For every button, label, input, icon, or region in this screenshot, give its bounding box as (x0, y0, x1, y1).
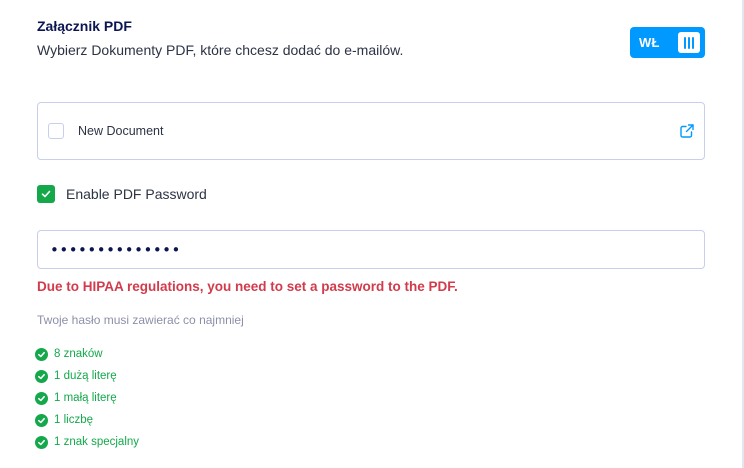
requirement-label: 1 znak specjalny (54, 436, 140, 448)
section-subtitle: Wybierz Dokumenty PDF, które chcesz doda… (37, 42, 404, 58)
requirement-label: 1 dużą literę (54, 370, 117, 382)
enable-pdf-password-label: Enable PDF Password (66, 186, 207, 202)
password-requirements-intro: Twoje hasło musi zawierać co najmniej (37, 313, 244, 327)
requirement-item: 1 znak specjalny (35, 431, 139, 453)
requirement-item: 1 dużą literę (35, 365, 139, 387)
enable-pdf-password-row: Enable PDF Password (37, 185, 207, 203)
check-circle-icon (35, 369, 48, 383)
section-title: Załącznik PDF (37, 18, 132, 34)
requirement-label: 1 małą literę (54, 392, 117, 404)
pdf-password-input[interactable] (37, 230, 705, 269)
check-circle-icon (35, 347, 48, 361)
document-list-item: New Document (37, 102, 705, 160)
external-link-icon[interactable] (679, 123, 695, 139)
pdf-attachment-toggle[interactable]: WŁ (630, 27, 705, 58)
check-circle-icon (35, 391, 48, 405)
document-checkbox[interactable] (48, 123, 64, 139)
toggle-knob (678, 32, 700, 53)
check-icon (41, 190, 51, 198)
requirement-item: 1 liczbę (35, 409, 139, 431)
check-circle-icon (35, 413, 48, 427)
document-label: New Document (78, 124, 164, 138)
password-requirements-list: 8 znaków 1 dużą literę 1 małą literę 1 l… (35, 343, 139, 453)
check-circle-icon (35, 435, 48, 449)
password-error-message: Due to HIPAA regulations, you need to se… (37, 279, 458, 294)
enable-pdf-password-checkbox[interactable] (37, 185, 55, 203)
toggle-label: WŁ (639, 35, 660, 50)
requirement-item: 1 małą literę (35, 387, 139, 409)
requirement-label: 1 liczbę (54, 414, 93, 426)
requirement-label: 8 znaków (54, 348, 103, 360)
requirement-item: 8 znaków (35, 343, 139, 365)
